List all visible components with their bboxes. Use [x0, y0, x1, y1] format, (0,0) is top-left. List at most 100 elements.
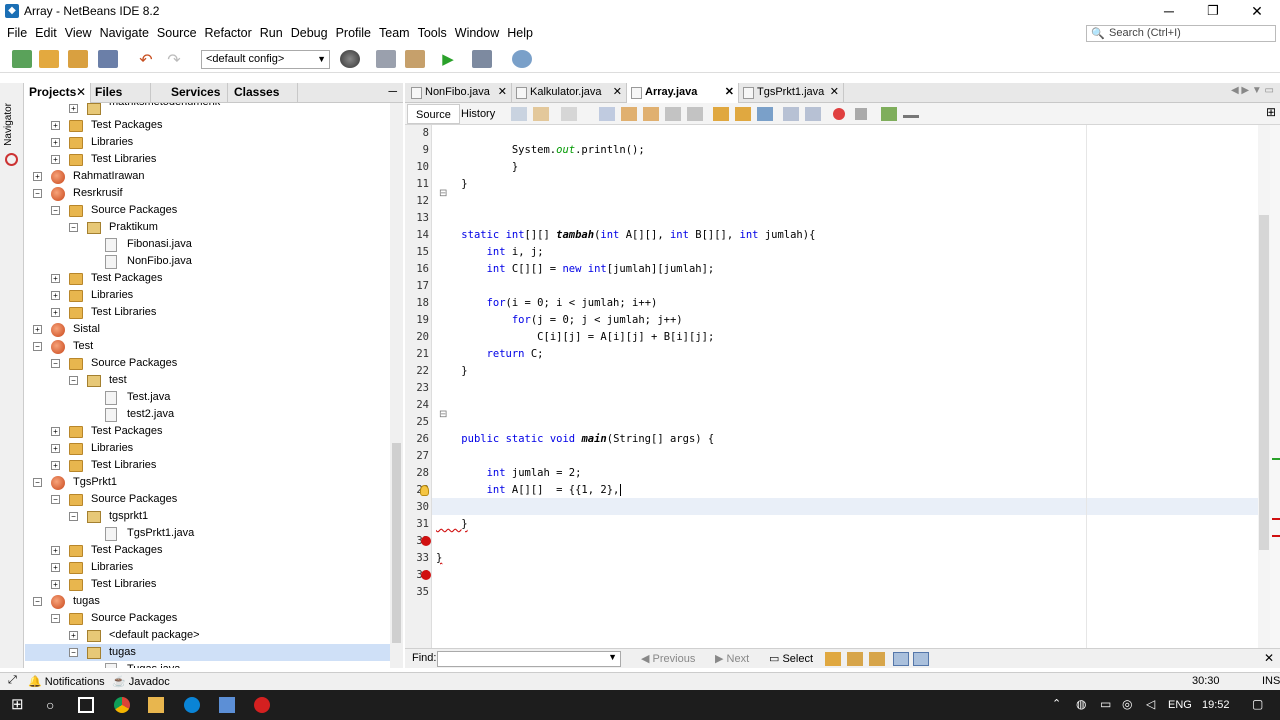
collapse-icon[interactable]: − — [69, 223, 78, 232]
menu-debug[interactable]: Debug — [287, 22, 332, 44]
menu-tools[interactable]: Tools — [414, 22, 451, 44]
tree-item[interactable]: + RahmatIrawan — [25, 168, 390, 185]
shift-left-icon[interactable] — [783, 107, 799, 121]
tree-item[interactable]: − Source Packages — [25, 610, 390, 627]
language-indicator[interactable]: ENG — [1168, 699, 1192, 711]
menu-help[interactable]: Help — [503, 22, 537, 44]
tree-item[interactable]: + Test Packages — [25, 117, 390, 134]
history-tab[interactable]: History — [453, 104, 503, 124]
menu-view[interactable]: View — [61, 22, 96, 44]
tree-item[interactable]: + Libraries — [25, 134, 390, 151]
new-file-icon[interactable] — [12, 50, 32, 68]
expand-icon[interactable]: + — [69, 631, 78, 640]
expand-icon[interactable]: + — [51, 291, 60, 300]
collapse-icon[interactable]: − — [69, 648, 78, 657]
globe-icon[interactable] — [340, 50, 360, 68]
new-project-icon[interactable] — [39, 50, 59, 68]
error-icon[interactable] — [421, 570, 431, 580]
menu-navigate[interactable]: Navigate — [96, 22, 153, 44]
editor-tab-array[interactable]: Array.java ✕ — [627, 83, 739, 103]
tree-item[interactable]: + Test Packages — [25, 542, 390, 559]
tree-item[interactable]: − tugas — [25, 593, 390, 610]
expand-icon[interactable]: + — [51, 274, 60, 283]
find-previous-icon[interactable] — [621, 107, 637, 121]
menu-team[interactable]: Team — [375, 22, 414, 44]
chrome-icon[interactable] — [114, 697, 130, 713]
search-input[interactable]: 🔍 Search (Ctrl+I) — [1086, 25, 1276, 42]
source-tab[interactable]: Source — [407, 104, 460, 124]
tree-item[interactable]: TgsPrkt1.java — [25, 525, 390, 542]
toggle-highlight-icon[interactable] — [665, 107, 681, 121]
expand-icon[interactable]: + — [51, 461, 60, 470]
find-next-icon[interactable] — [643, 107, 659, 121]
maximize-button[interactable]: ❐ — [1190, 0, 1236, 22]
expand-icon[interactable]: + — [51, 121, 60, 130]
collapse-icon[interactable]: − — [33, 342, 42, 351]
expand-icon[interactable]: + — [51, 155, 60, 164]
tree-item[interactable]: − tgsprkt1 — [25, 508, 390, 525]
expand-icon[interactable]: + — [51, 308, 60, 317]
find-input[interactable]: ▼ — [437, 651, 621, 667]
editor-tab-tgsprkt1[interactable]: TgsPrkt1.java ✕ — [739, 83, 844, 103]
hint-bulb-icon[interactable] — [420, 485, 429, 496]
edge-icon[interactable] — [184, 697, 200, 713]
tree-item[interactable]: − tugas — [25, 644, 390, 661]
editor-scrollbar[interactable] — [1258, 125, 1270, 648]
fold-icon[interactable]: ⊟ — [439, 188, 447, 199]
toggle-rect-select-icon[interactable] — [687, 107, 703, 121]
open-project-icon[interactable] — [68, 50, 88, 68]
tree-item[interactable]: + Test Packages — [25, 270, 390, 287]
recorder-icon[interactable] — [254, 697, 270, 713]
clean-build-icon[interactable] — [405, 50, 425, 68]
undo-icon[interactable]: ↶ — [136, 50, 156, 69]
tree-item[interactable]: test2.java — [25, 406, 390, 423]
editor-tab-nonfibo[interactable]: NonFibo.java ✕ — [407, 83, 512, 103]
tree-item[interactable]: + Test Libraries — [25, 457, 390, 474]
close-find-icon[interactable]: ✕ — [1264, 651, 1274, 665]
tree-scrollbar[interactable] — [390, 103, 403, 668]
tree-item[interactable]: + Test Libraries — [25, 304, 390, 321]
tree-item[interactable]: − Praktikum — [25, 219, 390, 236]
wrap-around-icon[interactable] — [913, 652, 929, 666]
change-marker[interactable] — [1272, 458, 1280, 460]
editor-tab-kalkulator[interactable]: Kalkulator.java ✕ — [512, 83, 627, 103]
tree-item[interactable]: − test — [25, 372, 390, 389]
split-icon[interactable]: ⊞ — [1266, 105, 1276, 119]
windows-start-icon[interactable]: ⊞ — [11, 697, 27, 713]
save-all-icon[interactable] — [98, 50, 118, 68]
clock[interactable]: 19:52 — [1202, 699, 1230, 711]
output-icon[interactable]: ⤢ — [8, 674, 17, 687]
tab-files[interactable]: Files — [91, 83, 151, 103]
action-center-icon[interactable]: ▢ — [1252, 697, 1268, 713]
tree-item[interactable]: − Resrkrusif — [25, 185, 390, 202]
close-tab-icon[interactable]: ✕ — [498, 83, 507, 102]
profile-icon[interactable] — [512, 50, 532, 68]
collapse-icon[interactable]: − — [69, 376, 78, 385]
battery-icon[interactable]: ▭ — [1100, 697, 1116, 713]
expand-icon[interactable]: + — [33, 172, 42, 181]
tree-item[interactable]: + <default package> — [25, 627, 390, 644]
collapse-icon[interactable]: − — [33, 597, 42, 606]
run-icon[interactable]: ▶ — [438, 50, 458, 68]
navigator-tab[interactable]: Navigator — [3, 103, 14, 146]
network-icon[interactable]: ◍ — [1076, 697, 1092, 713]
stop-macro-icon[interactable] — [855, 108, 867, 120]
last-edit-icon[interactable] — [511, 107, 527, 121]
collapse-icon[interactable]: − — [51, 495, 60, 504]
collapse-icon[interactable]: − — [33, 189, 42, 198]
menu-profile[interactable]: Profile — [332, 22, 375, 44]
find-next-button[interactable]: ▶ Next — [715, 652, 749, 665]
menu-refactor[interactable]: Refactor — [201, 22, 256, 44]
menu-file[interactable]: File — [3, 22, 31, 44]
debug-icon[interactable] — [472, 50, 492, 68]
volume-icon[interactable]: ◁ — [1146, 697, 1162, 713]
expand-icon[interactable]: + — [51, 546, 60, 555]
chevron-up-icon[interactable]: ⌃ — [1052, 697, 1068, 713]
expand-icon[interactable]: + — [51, 138, 60, 147]
tab-services[interactable]: Services — [151, 83, 228, 103]
tree-item[interactable]: Fibonasi.java — [25, 236, 390, 253]
regex-icon[interactable] — [869, 652, 885, 666]
tree-item[interactable]: − Source Packages — [25, 355, 390, 372]
find-previous-button[interactable]: ◀ Previous — [641, 652, 695, 665]
collapse-icon[interactable]: − — [69, 512, 78, 521]
